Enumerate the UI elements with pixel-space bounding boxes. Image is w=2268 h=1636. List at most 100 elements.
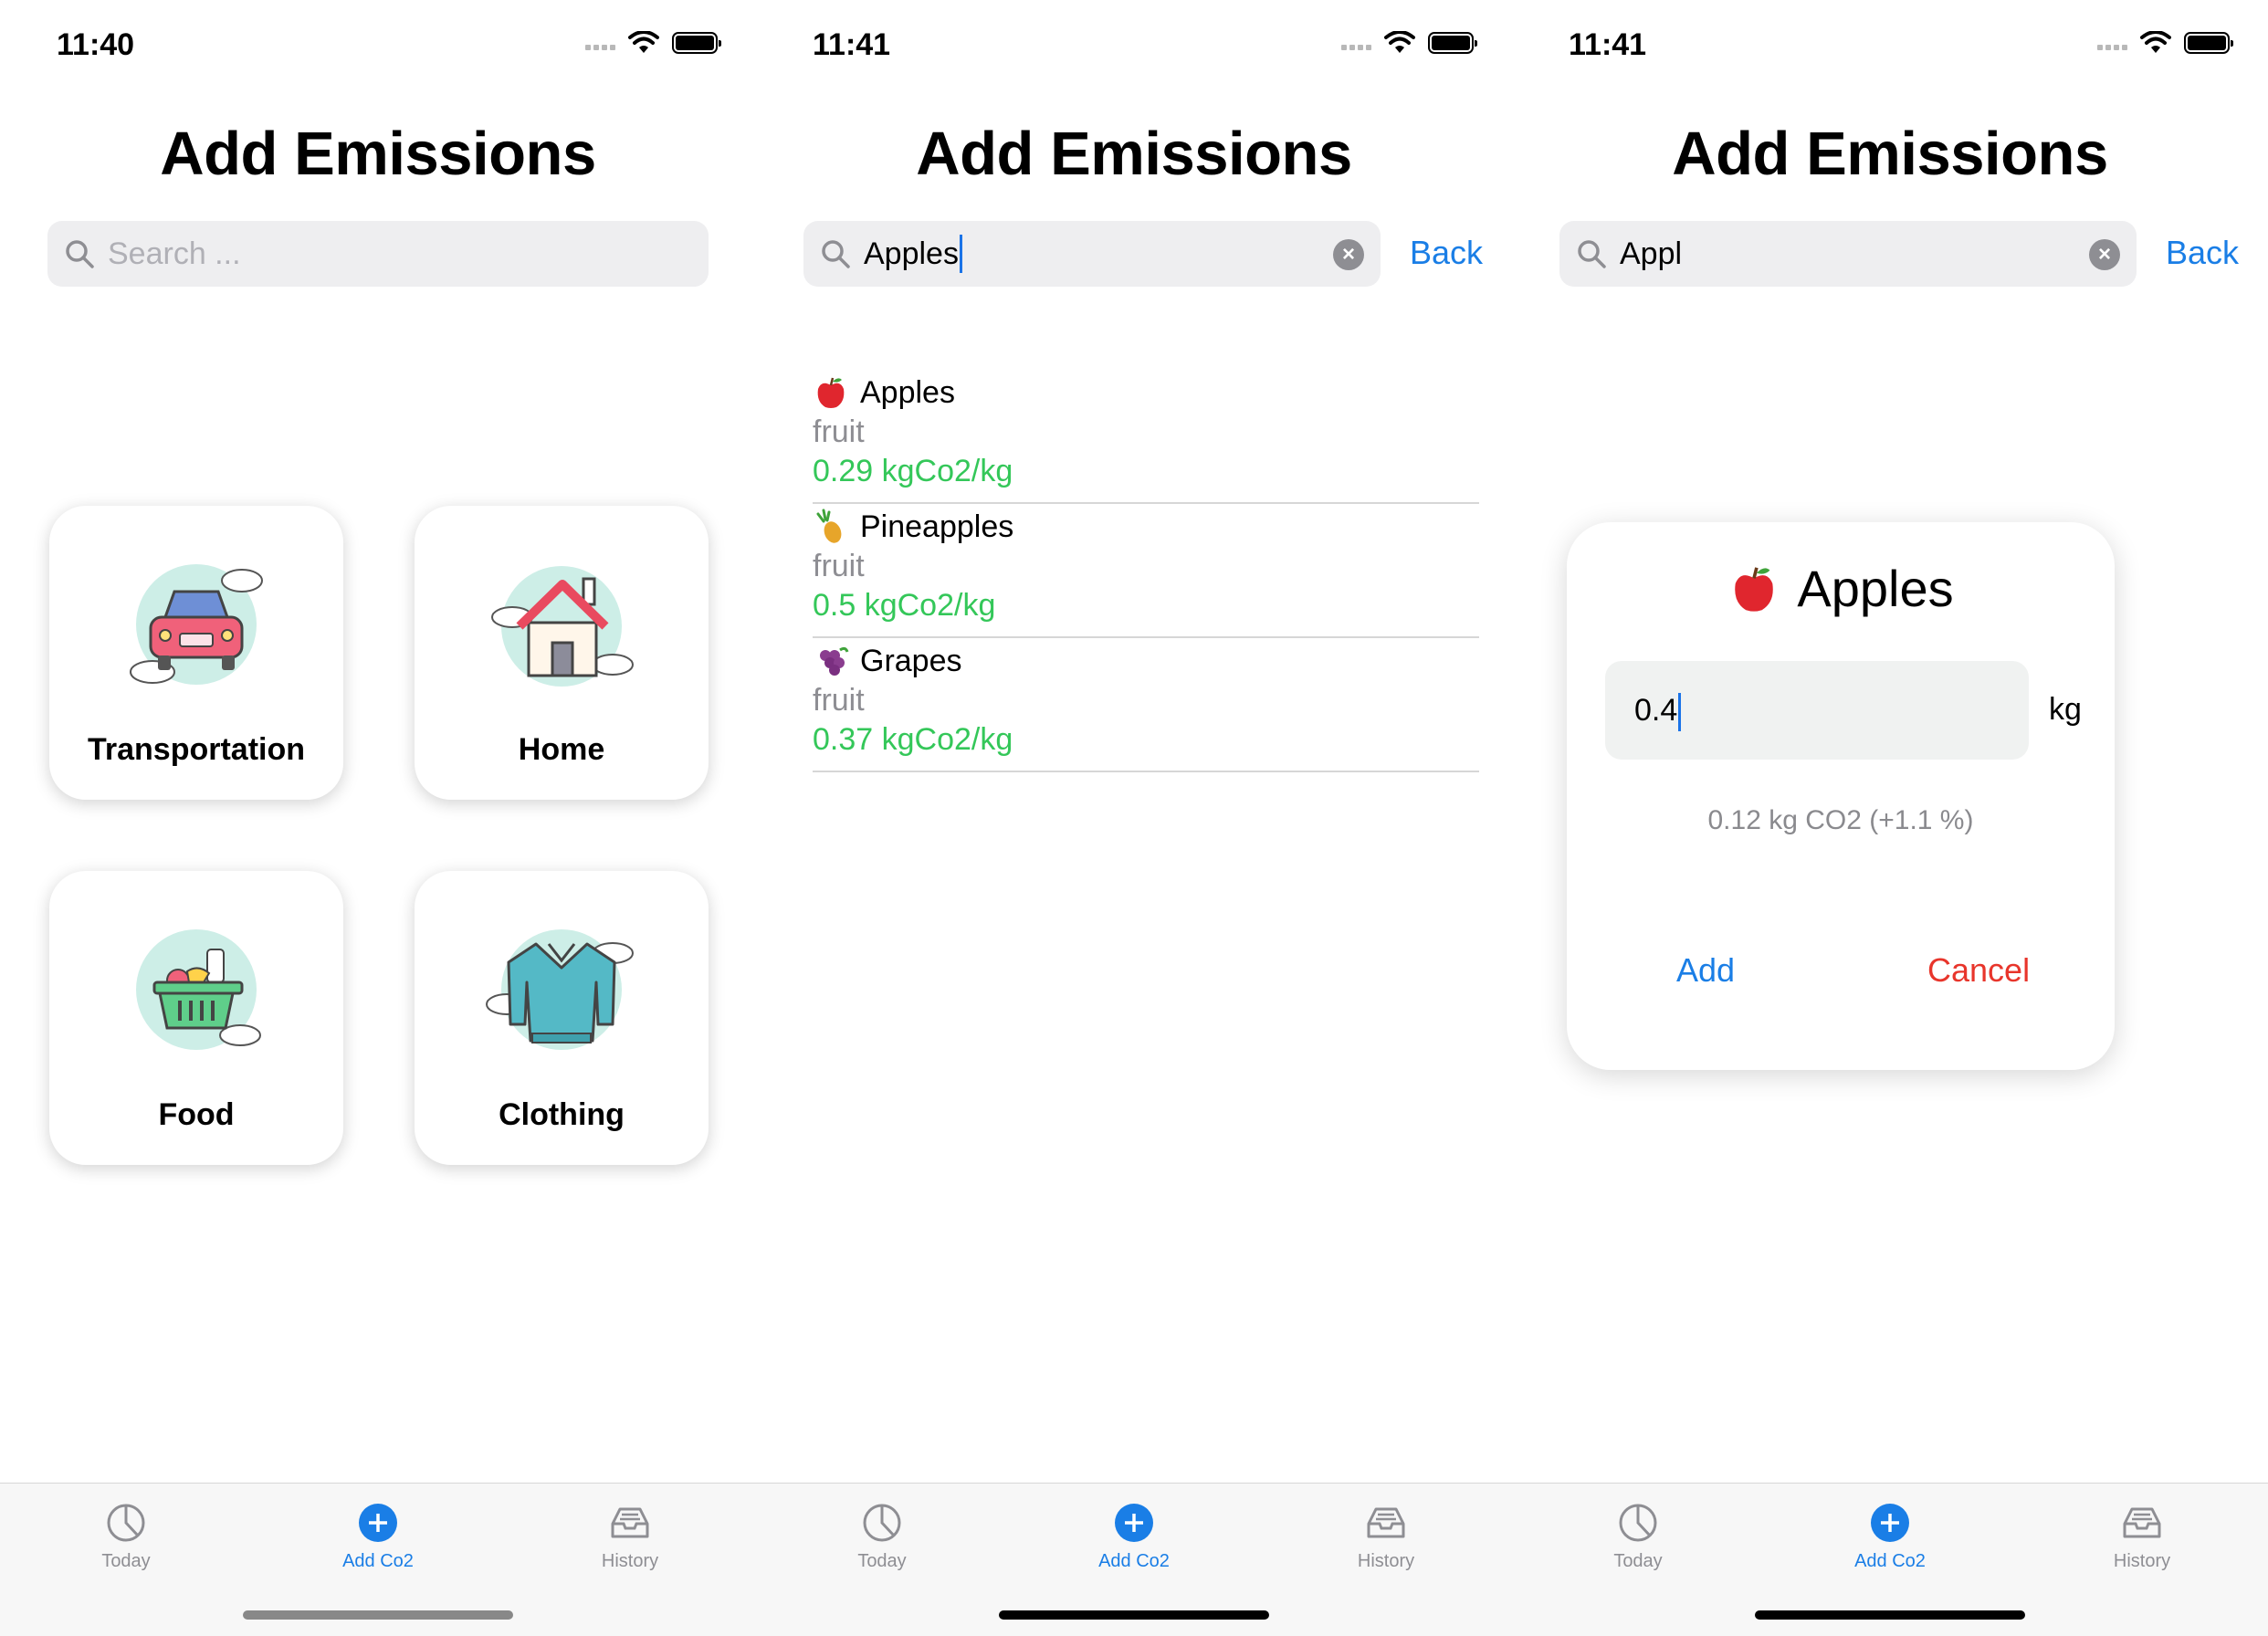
category-transportation[interactable]: Transportation bbox=[49, 506, 343, 800]
search-field[interactable]: Appl × bbox=[1559, 221, 2137, 287]
pie-chart-icon bbox=[1619, 1504, 1657, 1542]
search-placeholder: Search ... bbox=[108, 236, 241, 271]
tab-label: Today bbox=[857, 1551, 907, 1571]
cancel-button[interactable]: Cancel bbox=[1927, 951, 2030, 990]
apple-icon bbox=[1735, 566, 1774, 612]
battery-icon bbox=[672, 32, 721, 54]
add-button[interactable]: Add bbox=[1676, 951, 1735, 990]
battery-icon bbox=[2184, 32, 2233, 54]
tab-label: History bbox=[601, 1551, 659, 1571]
category-label: Home bbox=[518, 732, 605, 767]
grapes-icon bbox=[820, 646, 849, 676]
clear-icon[interactable]: × bbox=[2089, 239, 2120, 270]
text-cursor bbox=[959, 235, 962, 273]
tab-label: Today bbox=[1613, 1551, 1663, 1571]
search-value: Apples bbox=[864, 236, 959, 271]
clear-icon[interactable]: × bbox=[1333, 239, 1364, 270]
item-category: fruit bbox=[813, 549, 865, 583]
basket-icon bbox=[136, 929, 261, 1050]
screen-categories: 11:40 Add Emissions Search ... Transport… bbox=[0, 0, 756, 1636]
tab-today[interactable]: Today bbox=[1547, 1502, 1729, 1572]
wifi-icon bbox=[1384, 31, 1415, 53]
item-category: fruit bbox=[813, 683, 865, 718]
tab-history[interactable]: History bbox=[1295, 1502, 1477, 1572]
category-label: Food bbox=[158, 1097, 235, 1132]
tab-label: History bbox=[2113, 1551, 2171, 1571]
house-icon bbox=[491, 566, 634, 687]
back-button[interactable]: Back bbox=[1410, 234, 1483, 272]
plus-circle-icon bbox=[1115, 1504, 1153, 1542]
car-icon bbox=[130, 564, 263, 685]
wifi-icon bbox=[628, 31, 659, 53]
item-emission-value: 0.37 kgCo2/kg bbox=[813, 722, 1013, 757]
item-category: fruit bbox=[813, 414, 865, 449]
sweater-icon bbox=[486, 929, 634, 1050]
search-icon bbox=[822, 240, 850, 268]
screen-add-dialog: 11:41 Add Emissions Appl × Back Apples 0… bbox=[1512, 0, 2268, 1636]
status-icons bbox=[585, 31, 721, 55]
status-icons bbox=[2097, 31, 2233, 55]
list-item[interactable]: Grapes fruit 0.37 kgCo2/kg bbox=[813, 634, 1479, 772]
tab-history[interactable]: History bbox=[2051, 1502, 2233, 1572]
page-title: Add Emissions bbox=[160, 120, 596, 188]
status-time: 11:41 bbox=[813, 27, 891, 62]
amount-input[interactable]: 0.4 bbox=[1605, 661, 2029, 760]
tab-add-co2[interactable]: Add Co2 bbox=[287, 1502, 469, 1572]
tab-label: Add Co2 bbox=[1098, 1551, 1170, 1571]
item-name: Grapes bbox=[860, 643, 962, 678]
wifi-icon bbox=[2140, 31, 2171, 53]
home-indicator[interactable] bbox=[999, 1610, 1269, 1620]
pie-chart-icon bbox=[107, 1504, 145, 1542]
item-name: Pineapples bbox=[860, 509, 1014, 544]
tab-history[interactable]: History bbox=[539, 1502, 721, 1572]
screen-search-results: 11:41 Add Emissions Apples × Back Apples… bbox=[756, 0, 1512, 1636]
list-item[interactable]: Apples fruit 0.29 kgCo2/kg bbox=[813, 365, 1479, 504]
pie-chart-icon bbox=[863, 1504, 901, 1542]
pineapple-icon bbox=[816, 509, 842, 543]
search-icon bbox=[66, 240, 94, 268]
status-time: 11:41 bbox=[1569, 27, 1647, 62]
search-field[interactable]: Apples × bbox=[803, 221, 1381, 287]
signal-icon bbox=[2097, 36, 2127, 50]
plus-circle-icon bbox=[359, 1504, 397, 1542]
status-icons bbox=[1341, 31, 1477, 55]
category-label: Clothing bbox=[499, 1097, 625, 1132]
category-food[interactable]: Food bbox=[49, 871, 343, 1165]
category-home[interactable]: Home bbox=[415, 506, 709, 800]
page-title: Add Emissions bbox=[916, 120, 1352, 188]
back-button[interactable]: Back bbox=[2166, 234, 2239, 272]
apple-icon bbox=[817, 377, 845, 408]
tray-icon bbox=[1367, 1507, 1405, 1538]
item-name: Apples bbox=[860, 374, 955, 410]
amount-value: 0.4 bbox=[1634, 693, 1678, 728]
tab-today[interactable]: Today bbox=[35, 1502, 217, 1572]
dialog-title: Apples bbox=[1567, 559, 2115, 618]
signal-icon bbox=[1341, 36, 1371, 50]
emission-preview: 0.12 kg CO2 (+1.1 %) bbox=[1707, 805, 1974, 835]
category-label: Transportation bbox=[87, 732, 306, 767]
tab-label: Today bbox=[101, 1551, 151, 1571]
battery-icon bbox=[1428, 32, 1477, 54]
item-emission-value: 0.29 kgCo2/kg bbox=[813, 454, 1013, 488]
tab-add-co2[interactable]: Add Co2 bbox=[1043, 1502, 1225, 1572]
dialog-title-text: Apples bbox=[1797, 560, 1954, 617]
status-time: 11:40 bbox=[57, 27, 135, 62]
signal-icon bbox=[585, 36, 615, 50]
list-item[interactable]: Pineapples fruit 0.5 kgCo2/kg bbox=[813, 499, 1479, 638]
search-value: Appl bbox=[1620, 236, 1683, 271]
search-field[interactable]: Search ... bbox=[47, 221, 709, 287]
tab-label: History bbox=[1357, 1551, 1415, 1571]
tab-label: Add Co2 bbox=[1854, 1551, 1926, 1571]
tray-icon bbox=[2123, 1507, 2161, 1538]
item-emission-value: 0.5 kgCo2/kg bbox=[813, 588, 996, 623]
tab-label: Add Co2 bbox=[342, 1551, 414, 1571]
plus-circle-icon bbox=[1871, 1504, 1909, 1542]
unit-label: kg bbox=[2049, 692, 2082, 727]
home-indicator[interactable] bbox=[1755, 1610, 2025, 1620]
home-indicator[interactable] bbox=[243, 1610, 513, 1620]
tab-today[interactable]: Today bbox=[791, 1502, 973, 1572]
text-cursor bbox=[1678, 693, 1682, 732]
category-clothing[interactable]: Clothing bbox=[415, 871, 709, 1165]
add-emission-dialog: Apples 0.4 kg 0.12 kg CO2 (+1.1 %) Add C… bbox=[1567, 522, 2115, 1070]
tab-add-co2[interactable]: Add Co2 bbox=[1799, 1502, 1981, 1572]
